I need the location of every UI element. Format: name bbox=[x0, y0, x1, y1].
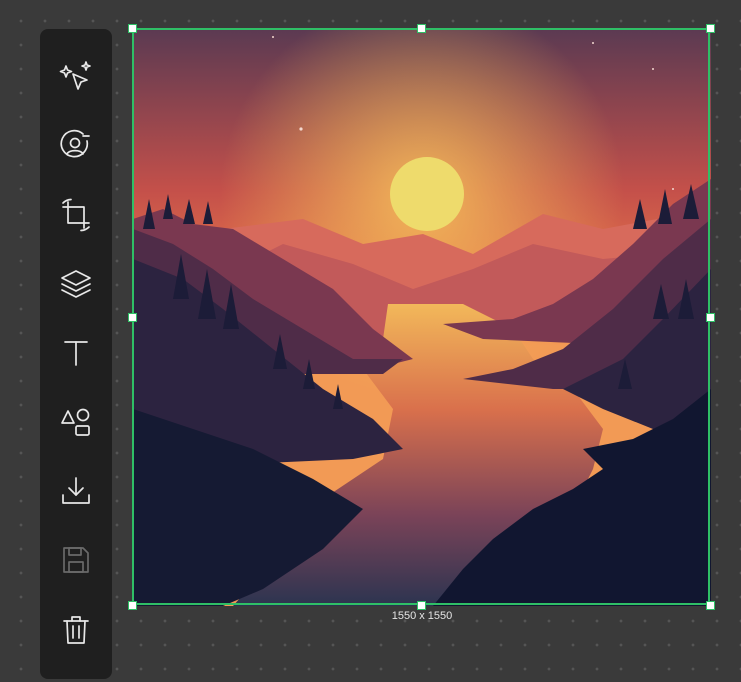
save-icon bbox=[63, 547, 89, 573]
delete-tool-button[interactable] bbox=[58, 612, 94, 648]
user-tool-button[interactable] bbox=[58, 128, 94, 164]
layers-icon bbox=[61, 270, 91, 298]
save-tool-button[interactable] bbox=[58, 542, 94, 578]
canvas-image[interactable] bbox=[133, 29, 711, 606]
resize-handle-bottom[interactable] bbox=[417, 601, 426, 610]
resize-handle-right[interactable] bbox=[706, 313, 715, 322]
magic-select-tool-button[interactable] bbox=[58, 59, 94, 95]
resize-handle-top-right[interactable] bbox=[706, 24, 715, 33]
resize-handle-bottom-right[interactable] bbox=[706, 601, 715, 610]
resize-handle-left[interactable] bbox=[128, 313, 137, 322]
tool-sidebar bbox=[40, 29, 112, 679]
layers-tool-button[interactable] bbox=[58, 266, 94, 302]
crop-rotate-icon bbox=[62, 198, 90, 232]
shapes-tool-button[interactable] bbox=[58, 404, 94, 440]
trash-icon bbox=[63, 616, 89, 644]
dimensions-label: 1550 x 1550 bbox=[391, 610, 453, 622]
download-tool-button[interactable] bbox=[58, 473, 94, 509]
resize-handle-top[interactable] bbox=[417, 24, 426, 33]
magic-select-icon bbox=[59, 61, 91, 90]
download-icon bbox=[62, 477, 90, 504]
crop-rotate-tool-button[interactable] bbox=[58, 197, 94, 233]
resize-handle-top-left[interactable] bbox=[128, 24, 137, 33]
text-tool-button[interactable] bbox=[58, 335, 94, 371]
resize-handle-bottom-left[interactable] bbox=[128, 601, 137, 610]
shapes-icon bbox=[61, 408, 90, 436]
sunset-landscape-image bbox=[133, 29, 711, 606]
text-icon bbox=[64, 341, 88, 366]
user-circle-icon bbox=[60, 129, 90, 158]
